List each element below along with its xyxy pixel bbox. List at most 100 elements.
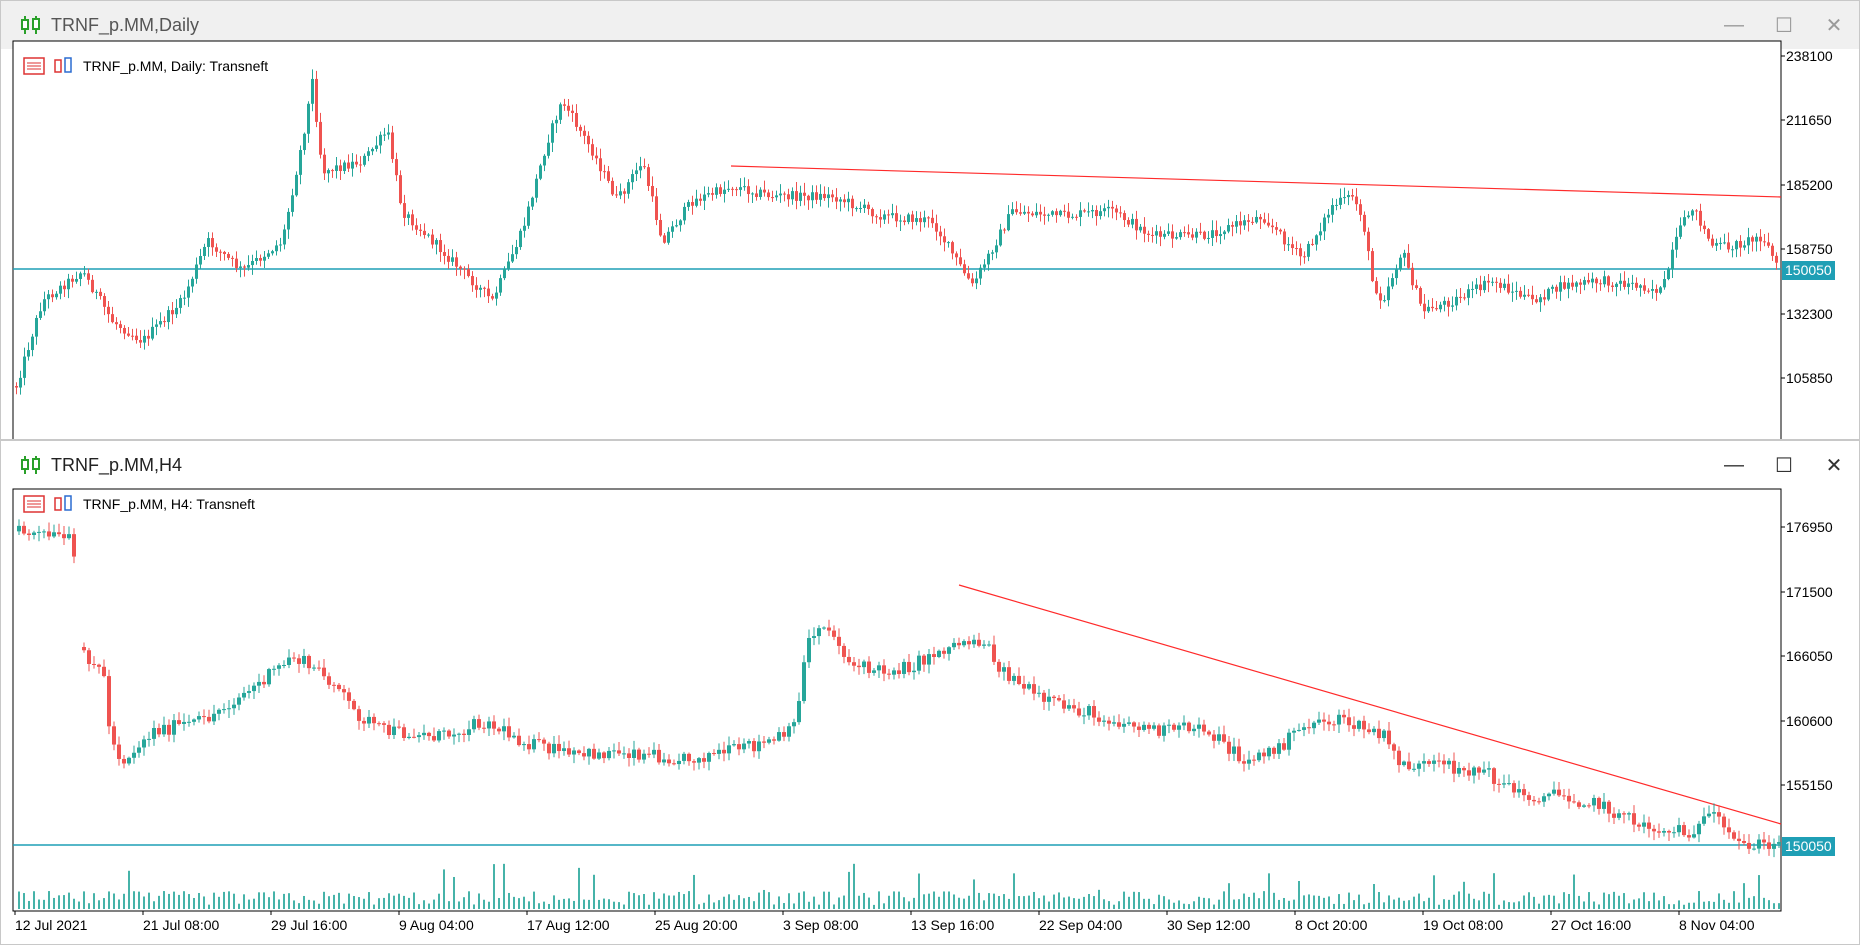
candle: [1462, 767, 1466, 771]
candle: [1702, 816, 1706, 824]
volume-bar: [218, 896, 220, 909]
volume-bar: [858, 895, 860, 909]
volume-bar: [1103, 899, 1105, 909]
candle: [1651, 289, 1654, 291]
candle: [1375, 281, 1378, 294]
candle: [1627, 283, 1630, 287]
candle: [647, 167, 650, 186]
candle: [1222, 734, 1226, 742]
volume-bar: [1348, 892, 1350, 909]
candle: [995, 245, 998, 253]
candle: [1187, 232, 1190, 235]
candle: [947, 242, 950, 244]
volume-bar: [508, 892, 510, 909]
candle: [1275, 227, 1278, 230]
volume-bar: [48, 891, 50, 909]
candle: [392, 726, 396, 736]
volume-bar: [1388, 895, 1390, 909]
candle: [1771, 245, 1774, 256]
candle: [1423, 303, 1426, 312]
volume-bar: [1608, 894, 1610, 909]
candle: [1187, 722, 1191, 732]
candle: [712, 753, 716, 755]
candle: [1243, 220, 1246, 226]
candle: [667, 231, 670, 243]
candle: [957, 642, 961, 646]
candle: [442, 730, 446, 732]
candle: [1567, 282, 1570, 289]
volume-bar: [283, 893, 285, 909]
volume-bar: [1548, 894, 1550, 909]
daily-price-chart[interactable]: [1, 1, 1860, 440]
volume-bar: [1683, 904, 1685, 909]
volume-bar: [728, 894, 730, 909]
candle: [1402, 761, 1406, 766]
volume-bar: [1438, 904, 1440, 909]
candle: [917, 655, 921, 671]
candle: [1619, 280, 1622, 284]
candle: [882, 665, 886, 674]
candle: [567, 748, 571, 755]
candle: [42, 531, 46, 533]
volume-bar: [28, 900, 30, 909]
candle: [175, 307, 178, 315]
volume-bar: [663, 893, 665, 909]
candle: [1223, 231, 1226, 235]
volume-bar: [123, 893, 125, 909]
volume-bar: [198, 892, 200, 909]
daily-chart-window: TRNF_p.MM,Daily — ☐ ✕ TRNF_p.MM, Daily: …: [0, 0, 1860, 440]
candle: [1579, 282, 1582, 285]
candle: [582, 753, 586, 757]
volume-bar: [1393, 899, 1395, 909]
candle: [1682, 825, 1686, 836]
candle: [1532, 799, 1536, 802]
candle: [1083, 210, 1086, 212]
candle: [1032, 684, 1036, 694]
candle: [1602, 801, 1606, 809]
candle: [757, 741, 761, 752]
volume-bar: [1468, 893, 1470, 909]
candle: [527, 206, 530, 226]
candle: [1255, 216, 1258, 223]
candle: [683, 206, 686, 221]
volume-bar: [838, 897, 840, 909]
candle: [1655, 289, 1658, 293]
candle: [1471, 288, 1474, 290]
candle: [887, 214, 890, 216]
candle: [39, 311, 42, 318]
candle: [1432, 760, 1436, 764]
volume-bar: [468, 891, 470, 909]
volume-bar: [658, 898, 660, 909]
candle: [531, 197, 534, 207]
candle: [411, 214, 414, 226]
candle: [735, 189, 738, 191]
volume-bar: [33, 891, 35, 909]
candle: [1071, 216, 1074, 218]
volume-bar: [1638, 898, 1640, 909]
candle: [1295, 248, 1298, 250]
candle: [319, 121, 322, 155]
candle: [1772, 843, 1776, 849]
candle: [231, 257, 234, 259]
candle: [607, 750, 611, 759]
h4-price-chart[interactable]: [1, 441, 1860, 945]
candle: [1171, 231, 1174, 239]
volume-bar: [1313, 895, 1315, 909]
candle: [1543, 297, 1546, 300]
time-label: 25 Aug 20:00: [655, 917, 738, 933]
candle: [1507, 783, 1511, 785]
candle: [115, 322, 118, 325]
candle: [1167, 724, 1171, 726]
candle: [1475, 284, 1478, 289]
candle: [1337, 714, 1341, 725]
candle: [1707, 229, 1710, 239]
candle: [1732, 832, 1736, 839]
h4-chart-legend: TRNF_p.MM, H4: Transneft: [23, 495, 255, 513]
candle: [1482, 769, 1486, 773]
volume-bar: [1203, 897, 1205, 909]
volume-bar: [1778, 903, 1780, 909]
time-label: 29 Jul 16:00: [271, 917, 348, 933]
candle: [1327, 214, 1330, 218]
volume-bar: [1418, 893, 1420, 909]
candle: [62, 534, 66, 539]
